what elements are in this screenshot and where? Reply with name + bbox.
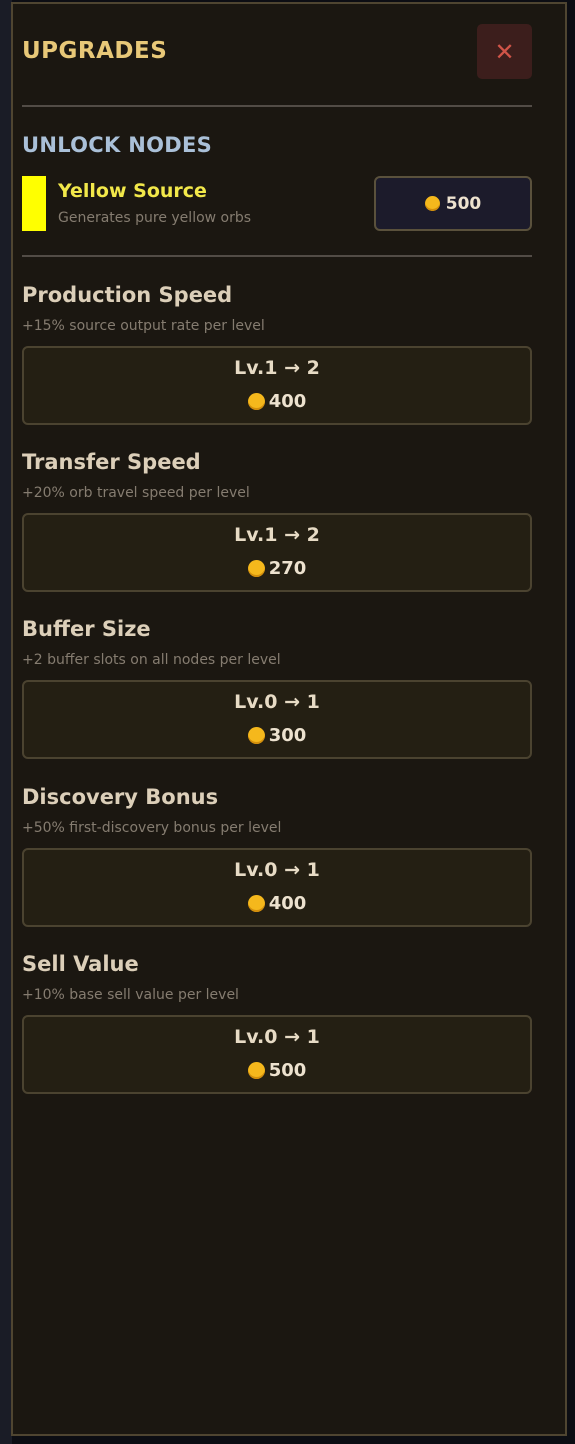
upgrade-sell-value-button[interactable]: Lv.0 → 1 500 <box>22 1015 532 1094</box>
upgrade-description: +15% source output rate per level <box>22 318 265 334</box>
panel-header: UPGRADES ✕ <box>22 24 532 82</box>
upgrade-cost: 500 <box>268 1060 307 1081</box>
upgrade-cost: 300 <box>268 725 307 746</box>
upgrade-cost-row: 500 <box>24 1060 530 1081</box>
upgrade-cost: 270 <box>268 558 307 579</box>
coin-icon <box>424 196 440 211</box>
upgrade-name: Production Speed <box>22 283 233 307</box>
unlock-item-description: Generates pure yellow orbs <box>58 210 252 226</box>
upgrade-description: +10% base sell value per level <box>22 987 239 1003</box>
upgrade-description: +50% first-discovery bonus per level <box>22 820 282 836</box>
unlock-cost: 500 <box>445 193 482 214</box>
coin-icon <box>247 727 265 744</box>
upgrade-cost: 400 <box>268 391 307 412</box>
upgrade-level: Lv.1 → 2 <box>234 524 320 546</box>
yellow-source-swatch <box>22 176 46 231</box>
upgrade-level: Lv.0 → 1 <box>234 1026 320 1048</box>
upgrade-buffer-size-button[interactable]: Lv.0 → 1 300 <box>22 680 532 759</box>
upgrade-description: +20% orb travel speed per level <box>22 485 250 501</box>
upgrade-cost-row: 300 <box>24 725 530 746</box>
upgrade-name: Buffer Size <box>22 617 151 641</box>
coin-icon <box>247 1062 265 1079</box>
upgrade-description: +2 buffer slots on all nodes per level <box>22 652 281 668</box>
close-icon: ✕ <box>494 37 515 66</box>
upgrade-name: Sell Value <box>22 952 139 976</box>
coin-icon <box>247 560 265 577</box>
upgrade-name: Transfer Speed <box>22 450 201 474</box>
upgrade-level: Lv.0 → 1 <box>234 691 320 713</box>
section-divider <box>22 255 532 257</box>
panel-title: UPGRADES <box>22 38 168 64</box>
upgrade-cost-row: 270 <box>24 558 530 579</box>
header-divider <box>22 105 532 107</box>
close-button[interactable]: ✕ <box>477 24 532 79</box>
coin-icon <box>247 895 265 912</box>
upgrade-cost-row: 400 <box>24 391 530 412</box>
unlock-yellow-source-button[interactable]: 500 <box>374 176 532 231</box>
upgrade-discovery-bonus-button[interactable]: Lv.0 → 1 400 <box>22 848 532 927</box>
upgrade-level: Lv.0 → 1 <box>234 859 320 881</box>
upgrade-transfer-speed-button[interactable]: Lv.1 → 2 270 <box>22 513 532 592</box>
upgrade-level: Lv.1 → 2 <box>234 357 320 379</box>
upgrade-name: Discovery Bonus <box>22 785 219 809</box>
upgrade-cost-row: 400 <box>24 893 530 914</box>
upgrade-cost: 400 <box>268 893 307 914</box>
unlock-item-yellow-source: Yellow Source Generates pure yellow orbs… <box>22 174 532 232</box>
unlock-item-name: Yellow Source <box>58 180 207 202</box>
unlock-section-title: UNLOCK NODES <box>22 133 213 157</box>
upgrade-production-speed-button[interactable]: Lv.1 → 2 400 <box>22 346 532 425</box>
coin-icon <box>247 393 265 410</box>
